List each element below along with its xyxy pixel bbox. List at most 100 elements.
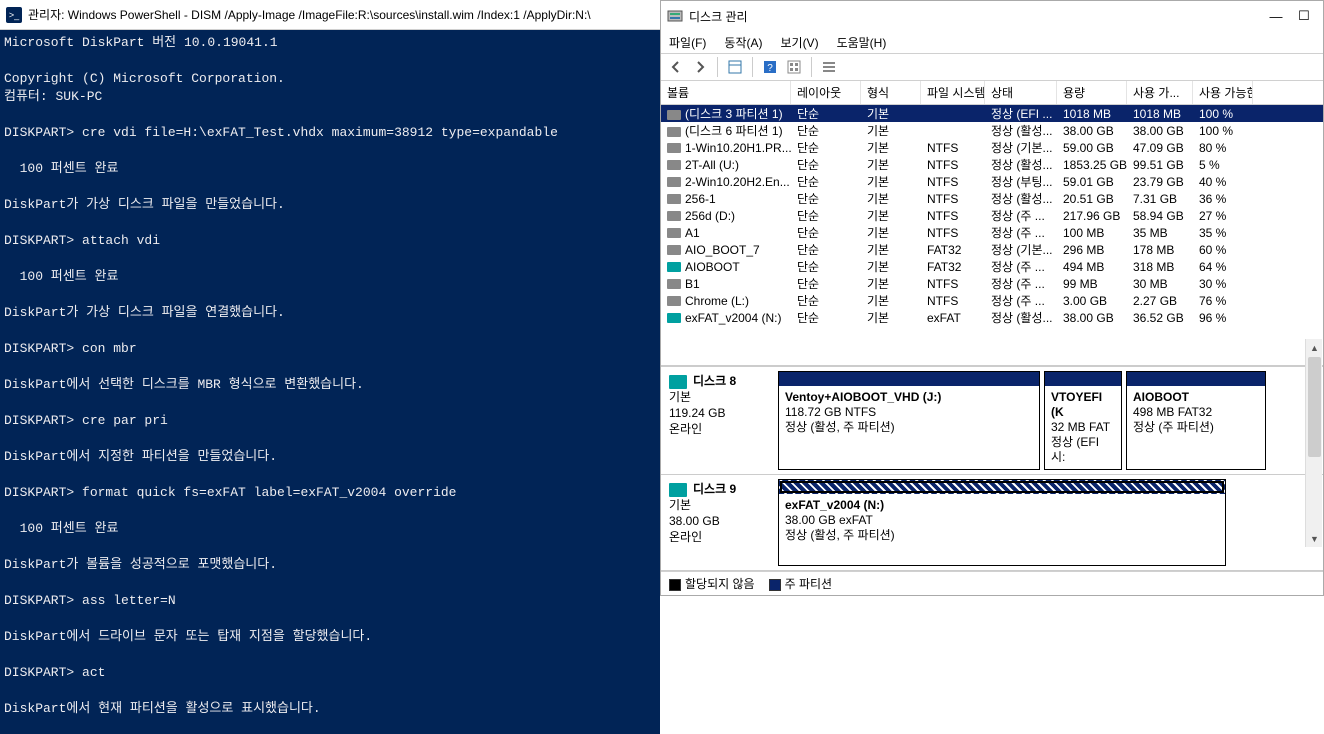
table-row[interactable]: exFAT_v2004 (N:)단순기본exFAT정상 (활성...38.00 … [661,309,1323,326]
table-cell: NTFS [921,175,985,189]
scroll-down-button[interactable]: ▼ [1306,530,1323,547]
maximize-button[interactable]: ☐ [1297,9,1311,23]
powershell-console[interactable]: Microsoft DiskPart 버전 10.0.19041.1 Copyr… [0,30,660,734]
table-cell: 3.00 GB [1057,294,1127,308]
partition-size: 32 MB FAT [1051,420,1115,435]
table-cell: exFAT_v2004 (N:) [661,311,791,325]
disk-row: 디스크 9기본38.00 GB온라인exFAT_v2004 (N:)38.00 … [661,475,1323,571]
table-cell: 단순 [791,224,861,241]
column-header[interactable]: 사용 가... [1127,81,1193,104]
table-cell: 60 % [1193,243,1253,257]
table-row[interactable]: B1단순기본NTFS정상 (주 ...99 MB30 MB30 % [661,275,1323,292]
table-row[interactable]: AIO_BOOT_7단순기본FAT32정상 (기본...296 MB178 MB… [661,241,1323,258]
partition-box[interactable]: VTOYEFI (K32 MB FAT정상 (EFI 시: [1044,371,1122,470]
toolbar-help-button[interactable]: ? [759,56,781,78]
nav-forward-button[interactable] [689,56,711,78]
table-cell: 기본 [861,139,921,156]
table-cell: 단순 [791,241,861,258]
disk-status: 온라인 [669,530,702,544]
column-header[interactable]: 파일 시스템 [921,81,985,104]
column-header[interactable]: 사용 가능한 [1193,81,1253,104]
table-cell: 정상 (EFI ... [985,105,1057,122]
menu-item[interactable]: 파일(F) [669,34,706,51]
column-header[interactable]: 상태 [985,81,1057,104]
menu-item[interactable]: 동작(A) [724,34,762,51]
table-cell: A1 [661,226,791,240]
table-cell: 기본 [861,275,921,292]
table-cell: 기본 [861,156,921,173]
table-cell: 단순 [791,190,861,207]
disk-status: 온라인 [669,422,702,436]
table-cell: 기본 [861,292,921,309]
volume-icon [667,110,681,120]
toolbar-list-button[interactable] [818,56,840,78]
table-cell: 27 % [1193,209,1253,223]
table-row[interactable]: 2-Win10.20H2.En...단순기본NTFS정상 (부팅...59.01… [661,173,1323,190]
disk-label[interactable]: 디스크 8기본119.24 GB온라인 [661,367,778,474]
table-cell: 기본 [861,207,921,224]
menu-item[interactable]: 보기(V) [780,34,818,51]
table-cell: 99 MB [1057,277,1127,291]
minimize-button[interactable]: — [1269,9,1283,23]
table-cell: 기본 [861,258,921,275]
disk-partitions: Ventoy+AIOBOOT_VHD (J:)118.72 GB NTFS정상 … [778,367,1323,474]
volume-icon [667,296,681,306]
table-cell: 178 MB [1127,243,1193,257]
disk-title: 디스크 9 [693,482,736,496]
column-header[interactable]: 레이아웃 [791,81,861,104]
volume-icon [667,177,681,187]
scroll-thumb[interactable] [1308,357,1321,457]
table-cell: B1 [661,277,791,291]
disk-row: 디스크 8기본119.24 GB온라인Ventoy+AIOBOOT_VHD (J… [661,367,1323,475]
table-cell: 36.52 GB [1127,311,1193,325]
table-cell: 기본 [861,309,921,326]
table-cell: 47.09 GB [1127,141,1193,155]
column-header[interactable]: 볼륨 [661,81,791,104]
table-cell: 정상 (활성... [985,156,1057,173]
table-row[interactable]: 256d (D:)단순기본NTFS정상 (주 ...217.96 GB58.94… [661,207,1323,224]
table-cell: 단순 [791,139,861,156]
table-row[interactable]: 2T-All (U:)단순기본NTFS정상 (활성...1853.25 GB99… [661,156,1323,173]
table-cell: NTFS [921,294,985,308]
partition-name: exFAT_v2004 (N:) [785,498,1219,513]
vertical-scrollbar[interactable]: ▲ ▼ [1305,339,1322,547]
nav-back-button[interactable] [665,56,687,78]
column-header[interactable]: 용량 [1057,81,1127,104]
partition-status: 정상 (주 파티션) [1133,420,1259,435]
table-cell: 정상 (활성... [985,122,1057,139]
table-cell: (디스크 6 파티션 1) [661,122,791,139]
table-cell: AIOBOOT [661,260,791,274]
table-cell: 1853.25 GB [1057,158,1127,172]
toolbar-view-button[interactable] [724,56,746,78]
disk-icon [669,483,687,497]
table-cell: 5 % [1193,158,1253,172]
volume-table: 볼륨레이아웃형식파일 시스템상태용량사용 가...사용 가능한 (디스크 3 파… [661,81,1323,366]
table-cell: 2T-All (U:) [661,158,791,172]
table-row[interactable]: Chrome (L:)단순기본NTFS정상 (주 ...3.00 GB2.27 … [661,292,1323,309]
table-cell: 2-Win10.20H2.En... [661,175,791,189]
menu-item[interactable]: 도움말(H) [837,34,887,51]
table-cell: FAT32 [921,260,985,274]
partition-box[interactable]: Ventoy+AIOBOOT_VHD (J:)118.72 GB NTFS정상 … [778,371,1040,470]
partition-box[interactable]: AIOBOOT498 MB FAT32정상 (주 파티션) [1126,371,1266,470]
table-row[interactable]: A1단순기본NTFS정상 (주 ...100 MB35 MB35 % [661,224,1323,241]
table-cell: AIO_BOOT_7 [661,243,791,257]
volume-table-header: 볼륨레이아웃형식파일 시스템상태용량사용 가...사용 가능한 [661,81,1323,105]
disk-size: 119.24 GB [669,406,725,420]
column-header[interactable]: 형식 [861,81,921,104]
table-cell: 38.00 GB [1057,311,1127,325]
disk-title: 디스크 8 [693,374,736,388]
scroll-up-button[interactable]: ▲ [1306,339,1323,356]
partition-header [779,480,1225,494]
table-cell: 99.51 GB [1127,158,1193,172]
partition-box[interactable]: exFAT_v2004 (N:)38.00 GB exFAT정상 (활성, 주 … [778,479,1226,566]
table-cell: 30 % [1193,277,1253,291]
table-row[interactable]: 256-1단순기본NTFS정상 (활성...20.51 GB7.31 GB36 … [661,190,1323,207]
table-row[interactable]: (디스크 3 파티션 1)단순기본정상 (EFI ...1018 MB1018 … [661,105,1323,122]
table-row[interactable]: (디스크 6 파티션 1)단순기본정상 (활성...38.00 GB38.00 … [661,122,1323,139]
table-row[interactable]: 1-Win10.20H1.PR...단순기본NTFS정상 (기본...59.00… [661,139,1323,156]
toolbar-settings-button[interactable] [783,56,805,78]
table-cell: NTFS [921,226,985,240]
table-row[interactable]: AIOBOOT단순기본FAT32정상 (주 ...494 MB318 MB64 … [661,258,1323,275]
disk-label[interactable]: 디스크 9기본38.00 GB온라인 [661,475,778,570]
